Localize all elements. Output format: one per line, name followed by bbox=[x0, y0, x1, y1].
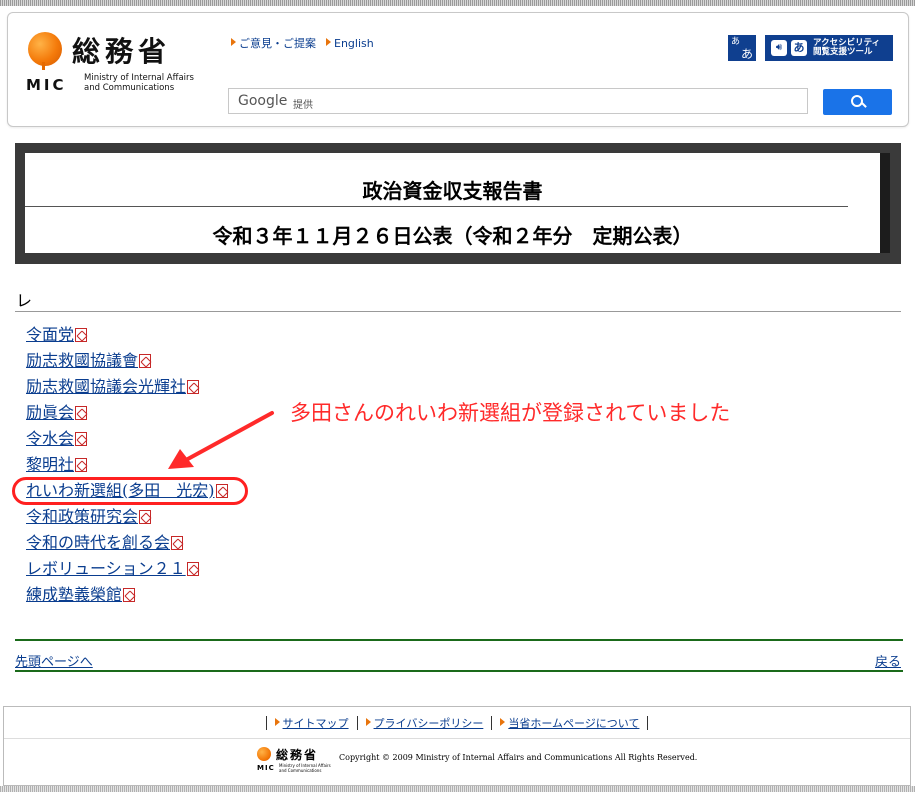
annotation-text: 多田さんのれいわ新選組が登録されていました bbox=[290, 401, 731, 425]
logo-english-line2: and Communications bbox=[84, 83, 175, 93]
accessibility-label: アクセシビリティ 閲覧支援ツール bbox=[813, 39, 880, 57]
pdf-icon bbox=[123, 588, 136, 602]
page-title: 政治資金収支報告書 bbox=[362, 179, 543, 203]
site-header: 総務省 MIC Ministry of Internal Affairs and… bbox=[7, 12, 909, 127]
furigana-bottom: あ bbox=[740, 47, 753, 61]
org-link[interactable]: 令和の時代を創る会 bbox=[26, 533, 170, 552]
copyright-text: Copyright © 2009 Ministry of Internal Af… bbox=[339, 753, 698, 762]
list-item: 励志救國協議会光輝社 bbox=[26, 378, 228, 404]
footer-separator bbox=[356, 716, 358, 730]
list-item: 令和の時代を創る会 bbox=[26, 534, 228, 560]
site-footer: サイトマップ プライバシーポリシー 当省ホームページについて 総務省 MIC Min… bbox=[3, 706, 911, 786]
org-link[interactable]: 令和政策研究会 bbox=[26, 507, 138, 526]
list-item: 練成塾義榮館 bbox=[26, 586, 228, 612]
accessibility-tool-button[interactable]: 🔊︎ あ アクセシビリティ 閲覧支援ツール bbox=[765, 35, 893, 61]
search-input[interactable]: Google 提供 bbox=[228, 88, 808, 114]
english-link-label: English bbox=[334, 37, 374, 50]
arrow-right-icon bbox=[500, 718, 506, 726]
sitemap-link[interactable]: サイトマップ bbox=[283, 717, 349, 730]
privacy-policy-link[interactable]: プライバシーポリシー bbox=[374, 717, 484, 730]
about-site-link[interactable]: 当省ホームページについて bbox=[508, 717, 639, 730]
search-icon-handle bbox=[861, 102, 867, 108]
large-text-icon: あ bbox=[791, 40, 807, 56]
logo-ball-icon bbox=[28, 32, 62, 66]
footer-logo-kanji: 総務省 bbox=[276, 748, 319, 762]
org-link[interactable]: 練成塾義榮館 bbox=[26, 585, 122, 604]
section-divider bbox=[15, 311, 901, 312]
google-label: Google bbox=[238, 93, 288, 109]
feedback-link-label: ご意見・ご提案 bbox=[239, 37, 316, 50]
header-links: ご意見・ご提案 English bbox=[231, 35, 384, 51]
accessibility-line2: 閲覧支援ツール bbox=[813, 47, 873, 57]
pdf-icon bbox=[75, 406, 88, 420]
footer-logo-english-line2: and Communications bbox=[279, 768, 322, 773]
org-link[interactable]: 黎明社 bbox=[26, 455, 74, 474]
org-link[interactable]: 令面党 bbox=[26, 325, 74, 344]
footer-links: サイトマップ プライバシーポリシー 当省ホームページについて bbox=[4, 715, 910, 731]
title-panel: 政治資金収支報告書 令和３年１１月２６日公表（令和２年分 定期公表） bbox=[25, 153, 890, 253]
speaker-icon: 🔊︎ bbox=[771, 40, 787, 56]
pdf-icon bbox=[75, 432, 88, 446]
page-subtitle: 令和３年１１月２６日公表（令和２年分 定期公表） bbox=[212, 224, 693, 248]
logo-english: Ministry of Internal Affairs and Communi… bbox=[84, 73, 194, 93]
footer-separator bbox=[491, 716, 493, 730]
list-item: 令面党 bbox=[26, 326, 228, 352]
arrow-right-icon bbox=[231, 38, 236, 46]
arrow-right-icon bbox=[274, 718, 280, 726]
back-link[interactable]: 戻る bbox=[875, 651, 901, 670]
nav-divider-top bbox=[15, 639, 903, 641]
search-icon bbox=[851, 95, 863, 107]
footer-divider bbox=[4, 738, 910, 739]
annotation-arrow-icon bbox=[168, 411, 274, 469]
pdf-icon bbox=[187, 380, 200, 394]
back-to-top-link[interactable]: 先頭ページへ bbox=[15, 651, 93, 670]
furigana-button[interactable]: あ あ bbox=[728, 35, 756, 61]
logo-kanji: 総務省 bbox=[72, 35, 172, 68]
logo-ball-icon bbox=[257, 747, 271, 761]
english-link[interactable]: English bbox=[326, 37, 374, 50]
title-frame: 政治資金収支報告書 令和３年１１月２６日公表（令和２年分 定期公表） bbox=[15, 143, 901, 264]
pdf-icon bbox=[139, 354, 152, 368]
title-divider bbox=[25, 206, 848, 207]
logo-english-line1: Ministry of Internal Affairs bbox=[84, 73, 194, 83]
pdf-icon bbox=[75, 458, 88, 472]
nav-divider-bottom bbox=[15, 670, 903, 672]
provided-by-label: 提供 bbox=[293, 100, 313, 111]
search-button[interactable] bbox=[823, 89, 892, 115]
org-link[interactable]: 励志救國協議会光輝社 bbox=[26, 377, 186, 396]
arrow-right-icon bbox=[326, 38, 331, 46]
org-link[interactable]: 励志救國協議會 bbox=[26, 351, 138, 370]
arrow-right-icon bbox=[365, 718, 371, 726]
logo-stem bbox=[42, 62, 45, 70]
org-link[interactable]: 励眞会 bbox=[26, 403, 74, 422]
list-item: 励志救國協議會 bbox=[26, 352, 228, 378]
pdf-icon bbox=[171, 536, 184, 550]
logo-mic: MIC bbox=[26, 76, 67, 94]
pdf-icon bbox=[75, 328, 88, 342]
bottom-border bbox=[0, 786, 915, 792]
list-item: 令和政策研究会 bbox=[26, 508, 228, 534]
pdf-icon bbox=[139, 510, 152, 524]
feedback-link[interactable]: ご意見・ご提案 bbox=[231, 37, 316, 50]
footer-separator bbox=[265, 716, 267, 730]
footer-logo-mic: MIC bbox=[257, 764, 275, 772]
list-item: レボリューション２１ bbox=[26, 560, 228, 586]
mic-logo[interactable]: 総務省 MIC Ministry of Internal Affairs and… bbox=[26, 26, 216, 96]
footer-separator bbox=[647, 716, 649, 730]
org-link[interactable]: レボリューション２１ bbox=[26, 559, 186, 578]
highlight-ring bbox=[12, 477, 248, 505]
top-border bbox=[0, 0, 915, 6]
footer-logo-english: Ministry of Internal Affairs and Communi… bbox=[279, 763, 331, 773]
org-link[interactable]: 令水会 bbox=[26, 429, 74, 448]
section-heading: レ bbox=[16, 291, 33, 310]
pdf-icon bbox=[186, 562, 199, 576]
footer-mic-logo[interactable]: 総務省 MIC Ministry of Internal Affairs and… bbox=[257, 745, 337, 777]
